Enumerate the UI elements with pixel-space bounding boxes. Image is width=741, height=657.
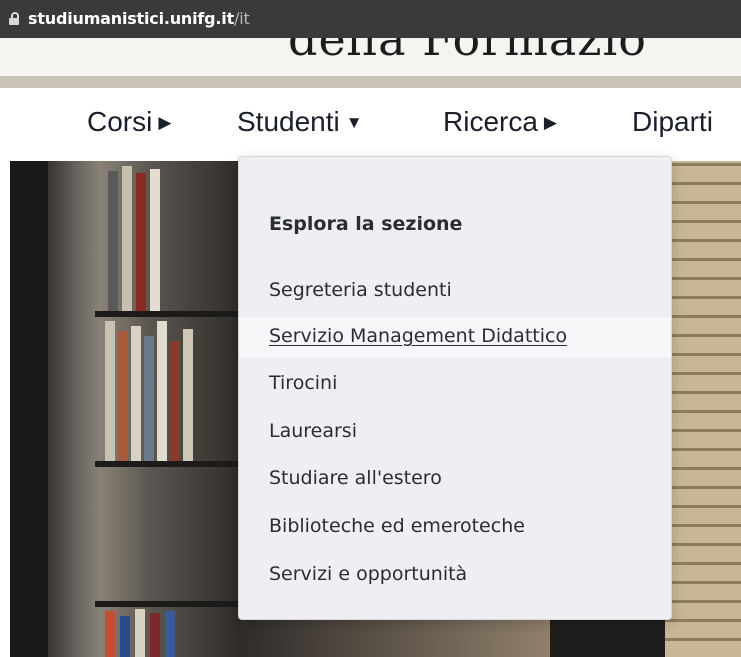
site-header: della Formazio	[0, 38, 741, 76]
nav-item-studenti[interactable]: Studenti ▼	[237, 106, 363, 138]
nav-item-label: Corsi	[87, 106, 153, 137]
image-book	[144, 336, 154, 461]
image-book	[183, 329, 193, 461]
menu-item-segreteria-studenti[interactable]: Segreteria studenti	[239, 271, 671, 311]
menu-item-label: Studiare all'estero	[269, 467, 442, 489]
menu-item-label: Servizi e opportunità	[269, 563, 468, 585]
menu-item-label: Segreteria studenti	[269, 279, 452, 301]
nav-item-ricerca[interactable]: Ricerca ▶	[443, 106, 557, 138]
studenti-dropdown-menu: Esplora la sezione Segreteria studenti S…	[238, 156, 672, 620]
image-shelf	[95, 601, 255, 607]
image-shelf	[95, 311, 255, 317]
url-path: /it	[234, 9, 250, 28]
caret-right-icon: ▶	[158, 113, 172, 132]
image-book	[170, 341, 180, 461]
image-book	[131, 326, 141, 461]
image-book	[122, 166, 132, 311]
menu-item-servizi-opportunita[interactable]: Servizi e opportunità	[239, 555, 671, 595]
menu-item-studiare-estero[interactable]: Studiare all'estero	[239, 459, 671, 499]
header-divider	[0, 76, 741, 88]
nav-item-corsi[interactable]: Corsi ▶	[87, 106, 171, 138]
image-book	[105, 321, 115, 461]
image-stone-wall	[665, 161, 741, 657]
caret-down-icon: ▼	[345, 113, 363, 132]
image-shelf	[95, 461, 255, 467]
menu-item-servizio-management-didattico[interactable]: Servizio Management Didattico	[239, 317, 671, 357]
image-book	[135, 609, 145, 657]
image-book	[108, 171, 118, 311]
image-book	[150, 169, 160, 311]
lock-icon	[9, 12, 19, 25]
caret-right-icon: ▶	[543, 113, 557, 132]
image-book	[150, 613, 160, 657]
menu-item-label: Tirocini	[269, 372, 338, 394]
site-title-fragment: della Formazio	[288, 38, 647, 66]
dropdown-heading: Esplora la sezione	[269, 213, 463, 235]
menu-item-tirocini[interactable]: Tirocini	[239, 364, 671, 404]
browser-address-bar[interactable]: studiumanistici.unifg.it/it	[0, 0, 741, 38]
nav-item-label: Ricerca	[443, 106, 538, 137]
main-navigation: Corsi ▶ Studenti ▼ Ricerca ▶ Diparti	[0, 88, 741, 161]
menu-item-label: Laurearsi	[269, 420, 357, 442]
nav-item-label: Diparti	[632, 106, 713, 137]
url-text[interactable]: studiumanistici.unifg.it/it	[28, 9, 250, 28]
image-book	[157, 321, 167, 461]
menu-item-label: Servizio Management Didattico	[269, 325, 568, 347]
menu-item-label: Biblioteche ed emeroteche	[269, 515, 525, 537]
image-book	[165, 611, 175, 657]
nav-item-dipartimento[interactable]: Diparti	[632, 106, 713, 138]
url-host: studiumanistici.unifg.it	[28, 9, 235, 28]
image-book	[120, 616, 130, 657]
nav-item-label: Studenti	[237, 106, 340, 137]
image-book	[105, 611, 115, 657]
image-book	[118, 331, 128, 461]
image-book	[136, 173, 146, 311]
menu-item-laurearsi[interactable]: Laurearsi	[239, 412, 671, 452]
menu-item-biblioteche[interactable]: Biblioteche ed emeroteche	[239, 507, 671, 547]
image-column	[10, 161, 48, 657]
